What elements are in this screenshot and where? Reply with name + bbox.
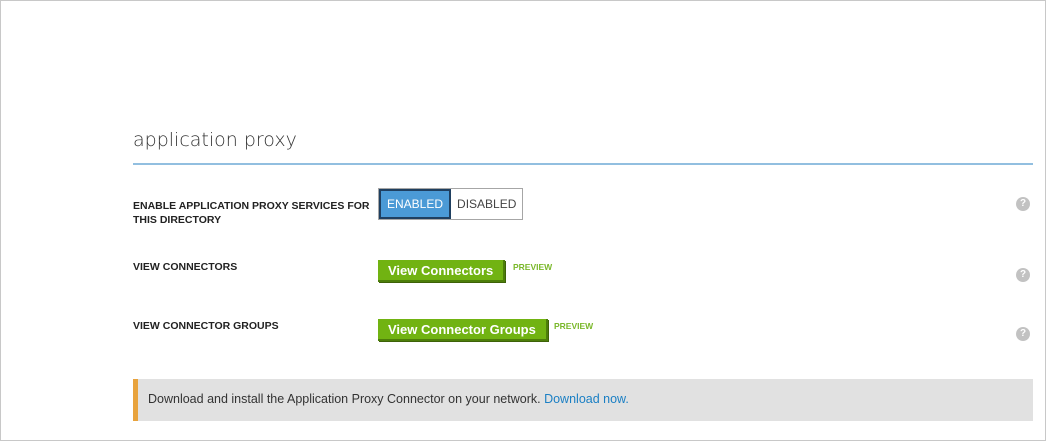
view-connectors-label: VIEW CONNECTORS [133, 261, 238, 273]
enabled-option[interactable]: ENABLED [379, 189, 452, 219]
preview-badge-groups: PREVIEW [554, 321, 594, 331]
help-icon-enable[interactable]: ? [1016, 197, 1030, 211]
download-now-link[interactable]: Download now. [544, 392, 629, 406]
view-connector-groups-button[interactable]: View Connector Groups [378, 319, 548, 341]
help-icon-groups[interactable]: ? [1016, 327, 1030, 341]
enable-proxy-label: ENABLE APPLICATION PROXY SERVICES FOR TH… [133, 200, 370, 226]
section-divider [133, 163, 1033, 165]
view-connector-groups-label: VIEW CONNECTOR GROUPS [133, 320, 279, 332]
preview-badge-connectors: PREVIEW [513, 262, 553, 272]
download-notice: Download and install the Application Pro… [133, 379, 1033, 421]
notice-text: Download and install the Application Pro… [148, 392, 541, 406]
help-icon-connectors[interactable]: ? [1016, 268, 1030, 282]
disabled-option[interactable]: DISABLED [451, 189, 523, 219]
notice-text-wrapper: Download and install the Application Pro… [148, 392, 629, 406]
view-connectors-button[interactable]: View Connectors [378, 260, 506, 282]
settings-panel: application proxy ENABLE APPLICATION PRO… [0, 0, 1046, 441]
section-title: application proxy [133, 129, 297, 151]
enable-proxy-toggle[interactable]: ENABLED DISABLED [378, 188, 524, 220]
